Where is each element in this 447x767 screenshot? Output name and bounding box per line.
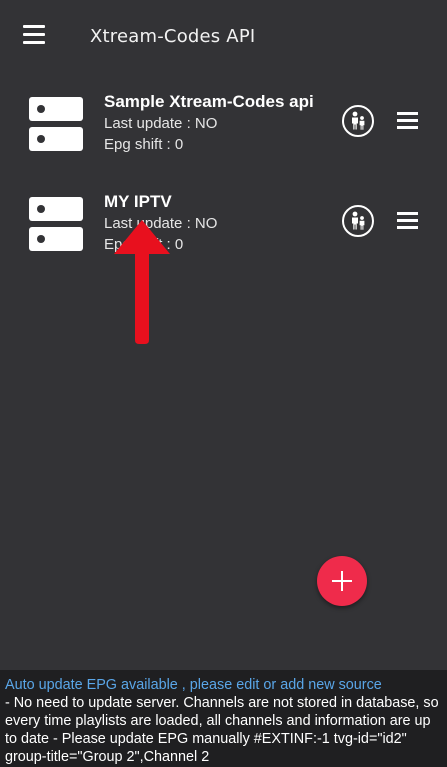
auto-update-epg-link[interactable]: Auto update EPG available , please edit …: [5, 676, 442, 694]
annotation-arrow-icon: [114, 220, 170, 344]
app-bar: Xtream-Codes API: [0, 0, 447, 72]
info-panel: Auto update EPG available , please edit …: [0, 670, 447, 767]
server-icon: [29, 197, 83, 251]
page-title: Xtream-Codes API: [90, 26, 256, 47]
source-epg-shift: Epg shift : 0: [104, 136, 184, 153]
server-icon: [29, 97, 83, 151]
parental-control-button[interactable]: [342, 105, 374, 137]
row-menu-icon[interactable]: [397, 112, 418, 130]
app-screen: Xtream-Codes API Sample Xtream-Codes api…: [0, 0, 447, 767]
parental-control-icon: [352, 111, 365, 130]
source-name: MY IPTV: [104, 192, 172, 211]
source-item-my-iptv[interactable]: MY IPTV Last update : NO Epg shift : 0: [0, 190, 447, 270]
source-item-sample[interactable]: Sample Xtream-Codes api Last update : NO…: [0, 90, 447, 170]
source-last-update: Last update : NO: [104, 115, 218, 132]
hamburger-menu-icon[interactable]: [23, 25, 45, 45]
info-details: - No need to update server. Channels are…: [5, 695, 439, 765]
row-menu-icon[interactable]: [397, 212, 418, 230]
source-name: Sample Xtream-Codes api: [104, 92, 314, 111]
add-source-button[interactable]: [317, 556, 367, 606]
parental-control-button[interactable]: [342, 205, 374, 237]
parental-control-icon: [352, 211, 365, 230]
